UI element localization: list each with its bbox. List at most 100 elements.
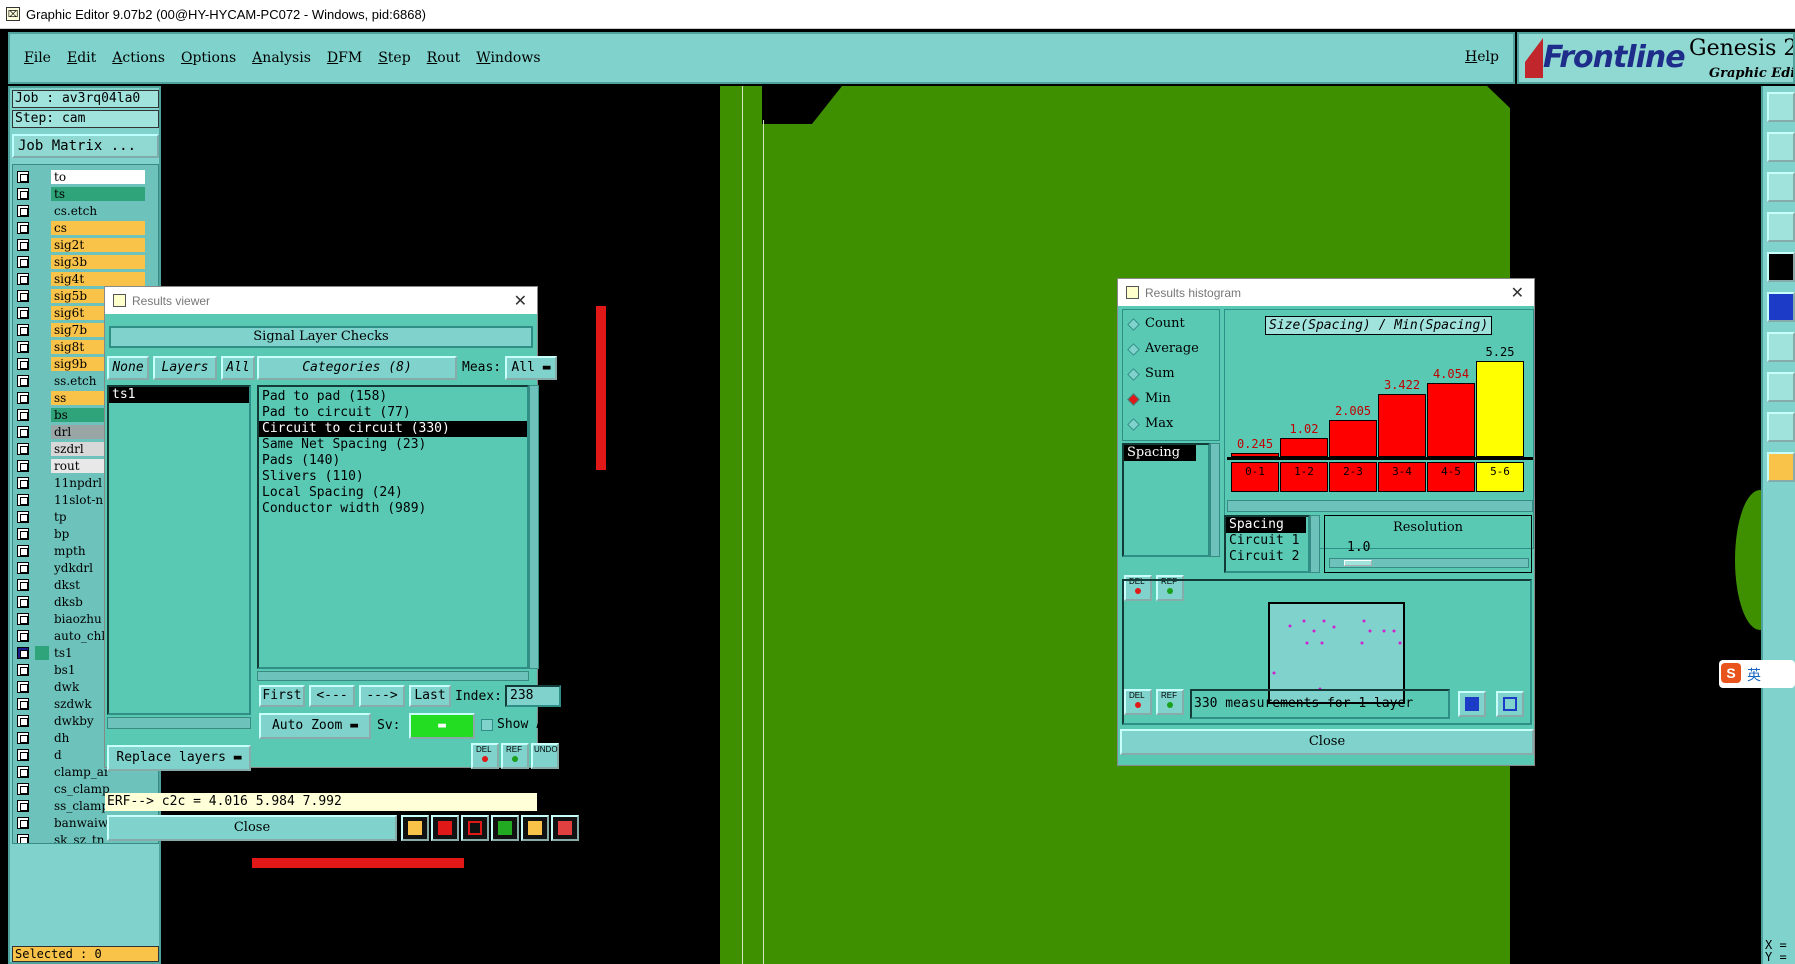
layers-list[interactable]: ts1 — [107, 385, 251, 715]
category-tick-label[interactable]: 0-1 — [1231, 462, 1279, 492]
tool-select-icon[interactable] — [1767, 252, 1795, 282]
show-all-checkbox[interactable] — [481, 719, 493, 731]
layer-checkbox[interactable] — [17, 392, 29, 404]
histogram-bar[interactable] — [1280, 438, 1328, 457]
menu-options[interactable]: Options — [181, 50, 236, 66]
category-item[interactable]: Circuit to circuit (330) — [259, 421, 527, 437]
layer-checkbox[interactable] — [17, 562, 29, 574]
category-tick-label[interactable]: 5-6 — [1476, 462, 1524, 492]
layer-checkbox[interactable] — [17, 290, 29, 302]
bottom-del-button[interactable]: DEL — [1124, 689, 1152, 715]
layer-checkbox[interactable] — [17, 681, 29, 693]
tool-settings-icon[interactable] — [1767, 212, 1795, 242]
layer-name[interactable]: sig3b — [51, 255, 145, 269]
category-item[interactable]: Conductor width (989) — [259, 501, 527, 517]
category-tick-label[interactable]: 4-5 — [1427, 462, 1475, 492]
layer-checkbox[interactable] — [17, 358, 29, 370]
layer-checkbox[interactable] — [17, 647, 29, 659]
slider-thumb[interactable] — [1344, 560, 1372, 566]
layer-checkbox[interactable] — [17, 341, 29, 353]
mode-radio[interactable]: Average — [1127, 341, 1217, 359]
categories-hscrollbar[interactable] — [257, 671, 529, 681]
layer-checkbox[interactable] — [17, 188, 29, 200]
layer-checkbox[interactable] — [17, 817, 29, 829]
layer-checkbox[interactable] — [17, 630, 29, 642]
mode-radio[interactable]: Sum — [1127, 366, 1217, 384]
layer-checkbox[interactable] — [17, 375, 29, 387]
report-icon[interactable] — [431, 815, 459, 841]
axis-vscrollbar[interactable] — [1310, 515, 1320, 573]
layer-checkbox[interactable] — [17, 800, 29, 812]
mode-radio[interactable]: Max — [1127, 416, 1217, 434]
layer-name[interactable]: cs — [51, 221, 145, 235]
menu-edit[interactable]: Edit — [67, 50, 96, 66]
layer-checkbox[interactable] — [17, 698, 29, 710]
replace-layers-dropdown[interactable]: Replace layers ▬ — [107, 745, 251, 771]
resolution-slider[interactable] — [1329, 558, 1529, 568]
mode-radio[interactable]: Count — [1127, 316, 1217, 334]
menu-help[interactable]: Help — [1465, 49, 1499, 65]
layer-checkbox[interactable] — [17, 443, 29, 455]
menu-rout[interactable]: Rout — [427, 50, 461, 66]
close-icon[interactable]: ✕ — [514, 291, 527, 311]
layer-checkbox[interactable] — [17, 664, 29, 676]
layer-checkbox[interactable] — [17, 834, 29, 843]
category-tick-label[interactable]: 1-2 — [1280, 462, 1328, 492]
menu-step[interactable]: Step — [378, 50, 410, 66]
meas-dropdown[interactable]: All ▬ — [505, 356, 557, 380]
layer-checkbox[interactable] — [17, 783, 29, 795]
menu-actions[interactable]: Actions — [112, 50, 165, 66]
histogram-close-button[interactable]: Close — [1120, 729, 1534, 755]
tool-pointer-icon[interactable] — [1767, 452, 1795, 482]
menu-analysis[interactable]: Analysis — [252, 50, 311, 66]
histogram-bar[interactable] — [1231, 453, 1279, 457]
axis-list-item[interactable]: Circuit 2 — [1226, 549, 1308, 565]
tool-fit-icon[interactable] — [1767, 172, 1795, 202]
axis-list[interactable]: Spacing Circuit 1 Circuit 2 — [1224, 515, 1310, 573]
layer-checkbox[interactable] — [17, 256, 29, 268]
axis-list-item[interactable]: Circuit 1 — [1226, 533, 1308, 549]
tool-triangle-icon[interactable] — [1767, 412, 1795, 442]
layer-name[interactable]: sig2t — [51, 238, 145, 252]
cross-icon[interactable] — [461, 815, 489, 841]
step-icon[interactable] — [491, 815, 519, 841]
layer-name[interactable]: cs.etch — [51, 204, 145, 218]
bottom-ref-button[interactable]: REF — [1156, 689, 1184, 715]
ref-button[interactable]: REF — [501, 743, 529, 769]
categories-button[interactable]: Categories (8) — [257, 356, 457, 380]
zoom-chart-icon[interactable] — [1496, 691, 1524, 717]
layer-checkbox[interactable] — [17, 528, 29, 540]
histogram-bar[interactable] — [1427, 383, 1475, 457]
chart-icon[interactable] — [551, 815, 579, 841]
layer-checkbox[interactable] — [17, 766, 29, 778]
tool-clipboard-icon[interactable] — [1767, 92, 1795, 122]
category-tick-label[interactable]: 3-4 — [1378, 462, 1426, 492]
layer-row[interactable]: cs.etch — [13, 203, 158, 219]
category-tick-label[interactable]: 2-3 — [1329, 462, 1377, 492]
layer-row[interactable]: sig4t — [13, 271, 158, 287]
layer-checkbox[interactable] — [17, 732, 29, 744]
layer-checkbox[interactable] — [17, 171, 29, 183]
export-chart-icon[interactable] — [1458, 691, 1486, 717]
field-list[interactable]: Spacing — [1122, 443, 1210, 557]
layer-checkbox[interactable] — [17, 324, 29, 336]
field-list-item[interactable]: Spacing — [1124, 445, 1196, 461]
tool-cross-icon[interactable] — [1767, 372, 1795, 402]
mode-radio[interactable]: Min — [1127, 391, 1217, 409]
category-item[interactable]: Same Net Spacing (23) — [259, 437, 527, 453]
tool-line-icon[interactable] — [1767, 332, 1795, 362]
layer-row[interactable]: sig3b — [13, 254, 158, 270]
histogram-bar[interactable] — [1329, 420, 1377, 457]
layer-checkbox[interactable] — [17, 460, 29, 472]
results-histogram-titlebar[interactable]: Results histogram ✕ — [1118, 279, 1534, 306]
results-viewer-titlebar[interactable]: Results viewer ✕ — [105, 287, 537, 314]
index-input[interactable]: 238 — [505, 685, 561, 707]
layer-row[interactable]: sig2t — [13, 237, 158, 253]
chart-hscrollbar[interactable] — [1227, 500, 1533, 512]
layers-button[interactable]: Layers — [153, 356, 217, 380]
auto-zoom-dropdown[interactable]: Auto Zoom ▬ — [259, 713, 371, 739]
layer-checkbox[interactable] — [17, 579, 29, 591]
all-layers-button[interactable]: All — [221, 356, 255, 380]
layer-checkbox[interactable] — [17, 749, 29, 761]
tool-move-icon[interactable] — [1767, 132, 1795, 162]
